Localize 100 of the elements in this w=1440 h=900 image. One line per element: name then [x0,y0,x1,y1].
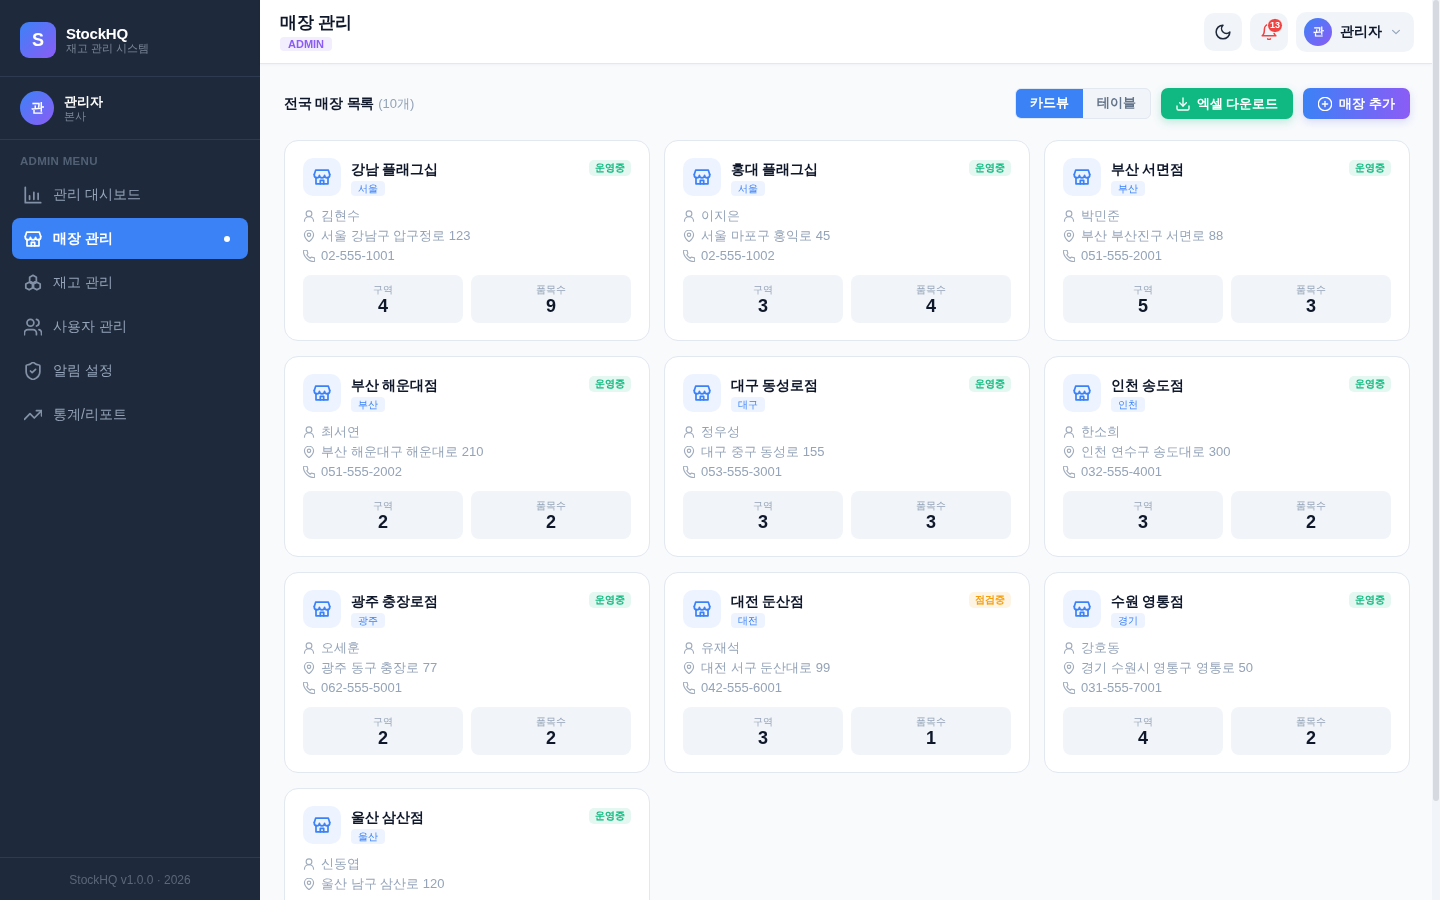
scrollbar-thumb[interactable] [1433,0,1439,801]
store-name: 울산 삼산점 [351,808,424,826]
map-pin-icon [683,230,695,242]
store-phone: 02-555-1002 [701,247,775,265]
region-tag: 부산 [1111,181,1145,196]
store-icon [303,158,341,196]
nav-item[interactable]: 매장 관리 [12,218,248,259]
store-card[interactable]: 대구 동성로점 대구 운영중 정우성 대구 중구 동성로 155 053-555-3001 구역 3 품목수 3 [664,356,1030,557]
notifications-button[interactable]: 13 [1250,12,1288,51]
stat-label: 구역 [1133,714,1153,728]
status-tag: 운영중 [969,160,1011,176]
status-tag: 운영중 [589,592,631,608]
store-card[interactable]: 강남 플래그십 서울 운영중 김현수 서울 강남구 압구정로 123 02-555-1001 구역 4 품목수 9 [284,140,650,341]
store-card[interactable]: 대전 둔산점 대전 점검중 유재석 대전 서구 둔산대로 99 042-555-6001 구역 3 품목수 1 [664,572,1030,773]
menu-heading: ADMIN MENU [19,154,99,169]
store-card[interactable]: 부산 해운대점 부산 운영중 최서연 부산 해운대구 해운대로 210 051-555-2002 구역 2 품목수 2 [284,356,650,557]
region-tag: 인천 [1111,397,1145,412]
phone-icon [683,682,695,694]
store-icon [303,590,341,628]
manager-name: 정우성 [701,423,740,441]
bar-chart-icon [24,185,42,204]
users-icon [24,317,42,336]
store-address: 광주 동구 충장로 77 [321,659,438,677]
stat-label: 품목수 [1296,498,1326,512]
stat-label: 구역 [753,282,773,296]
stat-label: 품목수 [916,498,946,512]
store-icon [303,374,341,412]
store-address: 부산 해운대구 해운대로 210 [321,443,484,461]
status-tag: 운영중 [589,808,631,824]
store-icon [303,806,341,844]
store-name: 인천 송도점 [1111,376,1184,394]
store-address: 인천 연수구 송도대로 300 [1081,443,1231,461]
stat-label: 구역 [373,714,393,728]
view-tab[interactable]: 테이블 [1082,89,1150,118]
user-menu-button[interactable]: 관 관리자 [1296,11,1414,52]
moon-icon [1215,23,1231,40]
store-address: 서울 마포구 홍익로 45 [701,227,831,245]
stat-value: 2 [546,727,556,748]
stat-label: 품목수 [916,714,946,728]
status-tag: 운영중 [589,160,631,176]
active-dot-icon [224,235,230,242]
stat-label: 구역 [753,498,773,512]
stat-value: 3 [1306,295,1316,316]
add-store-button[interactable]: 매장 추가 [1303,88,1410,119]
store-icon [683,158,721,196]
phone-icon [1063,466,1075,478]
store-card[interactable]: 홍대 플래그십 서울 운영중 이지은 서울 마포구 홍익로 45 02-555-1002 구역 3 품목수 4 [664,140,1030,341]
shield-check-icon [24,361,42,380]
nav-item[interactable]: 알림 설정 [12,350,248,391]
page-title: 매장 관리 [280,11,352,34]
nav-item[interactable]: 통계/리포트 [12,394,248,435]
nav-item[interactable]: 사용자 관리 [12,306,248,347]
manager-name: 강호동 [1081,639,1120,657]
store-card[interactable]: 수원 영통점 경기 운영중 강호동 경기 수원시 영통구 영통로 50 031-555-7001 구역 4 품목수 2 [1044,572,1410,773]
stat-value: 2 [1306,511,1316,532]
store-name: 홍대 플래그십 [731,160,818,178]
store-name: 강남 플래그십 [351,160,438,178]
store-card[interactable]: 인천 송도점 인천 운영중 한소희 인천 연수구 송도대로 300 032-555-4001 구역 3 품목수 2 [1044,356,1410,557]
store-address: 부산 부산진구 서면로 88 [1081,227,1224,245]
store-card[interactable]: 광주 충장로점 광주 운영중 오세훈 광주 동구 충장로 77 062-555-5001 구역 2 품목수 2 [284,572,650,773]
stat-label: 품목수 [1296,282,1326,296]
stat-value: 2 [378,511,388,532]
view-tab[interactable]: 카드뷰 [1015,89,1083,118]
store-name: 광주 충장로점 [351,592,438,610]
store-address: 울산 남구 삼산로 120 [321,875,445,893]
store-address: 대전 서구 둔산대로 99 [701,659,831,677]
stat-value: 2 [546,511,556,532]
brand-name: StockHQ [66,25,129,42]
region-tag: 부산 [351,397,385,412]
store-icon [683,590,721,628]
region-tag: 울산 [351,829,385,844]
nav-item[interactable]: 재고 관리 [12,262,248,303]
nav-item[interactable]: 관리 대시보드 [12,174,248,215]
theme-toggle-button[interactable] [1204,12,1242,51]
manager-name: 최서연 [321,423,360,441]
logo-mark: S [20,22,56,58]
phone-icon [683,250,695,262]
manager-name: 이지은 [701,207,740,225]
store-name: 부산 해운대점 [351,376,438,394]
stat-value: 1 [926,727,936,748]
store-address: 대구 중구 동성로 155 [701,443,825,461]
user-branch: 본사 [64,109,87,123]
store-card[interactable]: 부산 서면점 부산 운영중 박민준 부산 부산진구 서면로 88 051-555-2001 구역 5 품목수 3 [1044,140,1410,341]
stat-value: 3 [926,511,936,532]
map-pin-icon [303,662,315,674]
person-icon [303,426,315,438]
map-pin-icon [303,230,315,242]
person-icon [1063,210,1075,222]
store-count: (10개) [378,94,415,113]
stat-value: 3 [758,511,768,532]
stat-label: 구역 [373,282,393,296]
stat-value: 4 [1138,727,1148,748]
notification-count: 13 [1267,17,1283,33]
store-card[interactable]: 울산 삼산점 울산 운영중 신동엽 울산 남구 삼산로 120 [284,788,650,900]
stat-value: 9 [546,295,556,316]
stat-value: 4 [926,295,936,316]
manager-name: 박민준 [1081,207,1120,225]
store-name: 부산 서면점 [1111,160,1184,178]
manager-name: 김현수 [321,207,360,225]
role-tag: ADMIN [280,36,333,51]
